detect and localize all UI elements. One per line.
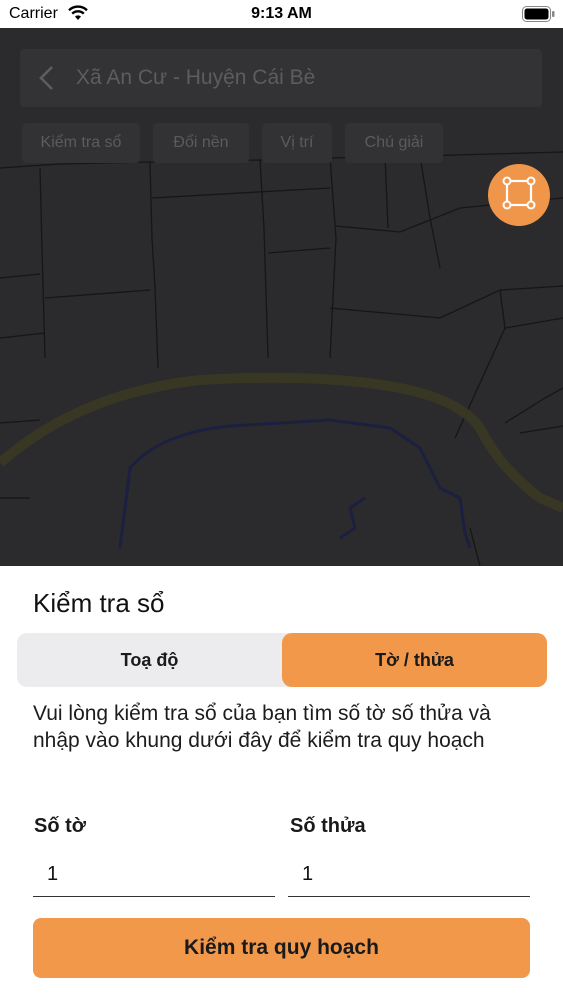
parcel-lines	[0, 151, 563, 566]
chip-check-book[interactable]: Kiểm tra sổ	[22, 123, 140, 163]
map-title: Xã An Cư - Huyện Cái Bè	[76, 66, 316, 89]
clock: 9:13 AM	[251, 5, 312, 22]
tab-coordinates[interactable]: Toạ độ	[17, 633, 282, 687]
sheet-title: Kiểm tra sổ	[33, 588, 165, 618]
check-planning-button[interactable]: Kiểm tra quy hoạch	[33, 918, 530, 978]
parcel-number-input[interactable]	[288, 852, 530, 897]
tab-sheet-parcel[interactable]: Tờ / thửa	[282, 633, 547, 687]
battery-icon	[522, 6, 555, 22]
chip-change-basemap[interactable]: Đổi nền	[153, 123, 249, 163]
parcel-number-label: Số thửa	[290, 815, 366, 837]
polygon-select-button[interactable]	[488, 164, 550, 226]
instruction-text: Vui lòng kiểm tra sổ của bạn tìm số tờ s…	[33, 702, 491, 752]
sheet-number-input[interactable]	[33, 852, 275, 897]
map-header: Xã An Cư - Huyện Cái Bè	[20, 49, 542, 107]
check-book-sheet: Kiểm tra sổ Toạ độ Tờ / thửa Vui lòng ki…	[0, 566, 563, 1000]
mode-segmented-control: Toạ độ Tờ / thửa	[17, 633, 547, 687]
chip-location[interactable]: Vị trí	[262, 123, 332, 163]
status-bar: Carrier 9:13 AM	[0, 0, 563, 28]
sheet-number-label: Số tờ	[34, 815, 86, 837]
chevron-left-icon[interactable]	[37, 64, 57, 97]
chip-legend[interactable]: Chú giải	[345, 123, 443, 163]
polygon-select-icon	[501, 175, 537, 216]
map-view[interactable]: Xã An Cư - Huyện Cái Bè Kiểm tra sổ Đổi …	[0, 28, 563, 566]
